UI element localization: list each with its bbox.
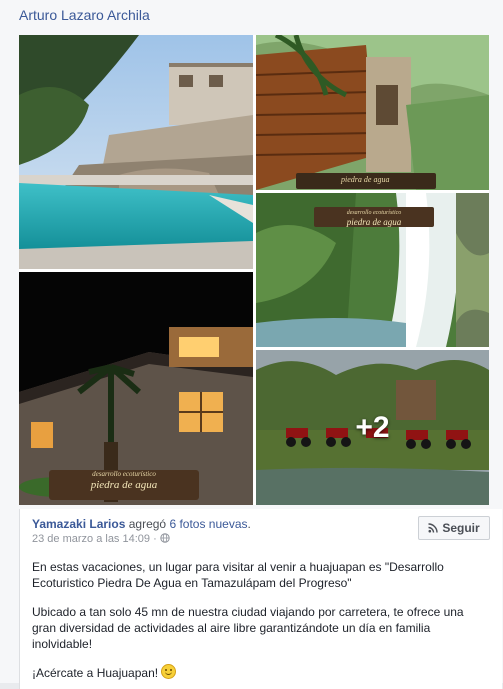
action-text: agregó — [128, 517, 167, 531]
post-timestamp-row: 23 de marzo a las 14:09 · — [32, 533, 170, 545]
photo-waterfall[interactable]: desarrollo ecoturístico piedra de agua — [256, 193, 489, 347]
poster-name-link[interactable]: Yamazaki Larios — [32, 517, 125, 531]
photos-count-link[interactable]: 6 fotos nuevas — [169, 517, 247, 531]
header-period: . — [247, 517, 251, 531]
photo-cabin[interactable]: piedra de agua — [256, 35, 489, 190]
house-watermark-group: desarrollo ecoturístico piedra de agua — [59, 469, 189, 491]
follow-label: Seguir — [442, 521, 480, 535]
photo-pool[interactable] — [19, 35, 253, 269]
post-timestamp[interactable]: 23 de marzo a las 14:09 · — [32, 533, 160, 545]
post-author-link[interactable]: Arturo Lazaro Archila — [19, 7, 150, 23]
follow-button[interactable]: Seguir — [418, 516, 490, 540]
cabin-watermark: piedra de agua — [341, 175, 390, 184]
photo-grid: piedra de agua desarrollo ecoturístico p… — [19, 35, 489, 505]
house-watermark: piedra de agua — [90, 479, 158, 491]
post-paragraph-3-row: ¡Acércate a Huajuapan! — [32, 664, 472, 681]
globe-icon — [160, 533, 170, 543]
smile-emoji-icon — [161, 664, 177, 679]
post-paragraph-3: ¡Acércate a Huajuapan! — [32, 666, 159, 680]
waterfall-watermark-group: desarrollo ecoturístico piedra de agua — [324, 209, 424, 227]
post-paragraph-2: Ubicado a tan solo 45 mn de nuestra ciud… — [32, 605, 464, 651]
post-page: Arturo Lazaro Archila piedra de agua des… — [0, 0, 503, 689]
post-header: Yamazaki Larios agregó 6 fotos nuevas. — [32, 517, 251, 531]
photo-atvs-more[interactable]: +2 — [256, 350, 489, 505]
post-card: Yamazaki Larios agregó 6 fotos nuevas. 2… — [19, 509, 502, 689]
waterfall-watermark: piedra de agua — [346, 217, 402, 227]
more-photos-count: +2 — [256, 350, 489, 505]
post-paragraph-1: En estas vacaciones, un lugar para visit… — [32, 560, 444, 590]
photo-stone-house-night[interactable]: desarrollo ecoturístico piedra de agua — [19, 272, 253, 505]
rss-icon — [428, 523, 439, 533]
